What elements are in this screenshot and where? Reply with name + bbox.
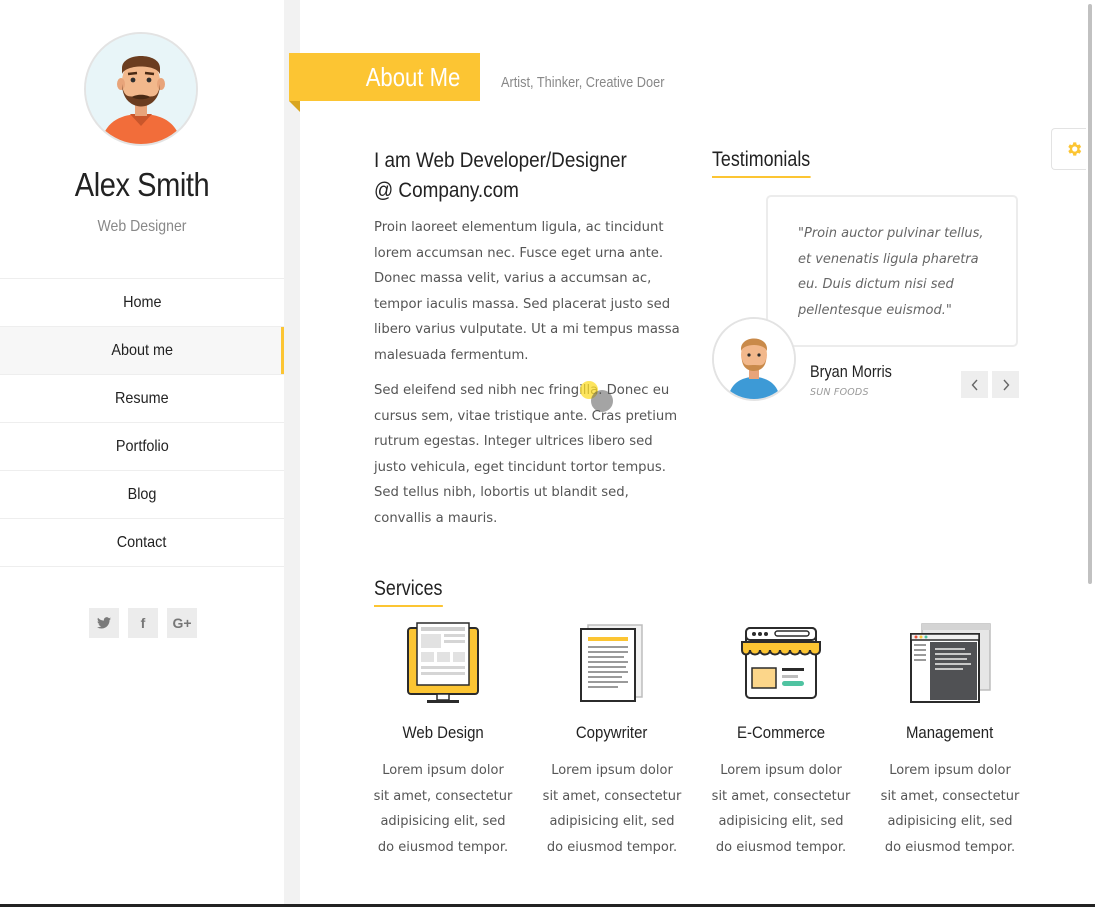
bearded-man-icon	[86, 34, 196, 144]
gear-icon	[1067, 142, 1081, 156]
google-plus-button[interactable]: G+	[167, 608, 197, 638]
ribbon-fold	[289, 101, 300, 112]
nav-item-home[interactable]: Home	[0, 279, 284, 327]
sidebar: Alex Smith Web Designer Home About me Re…	[0, 0, 284, 907]
monitor-icon	[407, 622, 479, 708]
profile-avatar	[84, 32, 198, 146]
nav-item-contact[interactable]: Contact	[0, 519, 284, 567]
testimonials-title: Testimonials	[712, 148, 811, 178]
chevron-right-icon	[1002, 379, 1009, 390]
service-description: Lorem ipsum dolor sit amet, consectetur …	[880, 763, 1020, 855]
nav-item-label: Blog	[127, 486, 157, 503]
service-title: Management	[880, 723, 1020, 743]
service-title-text: E-Commerce	[736, 723, 826, 742]
twitter-button[interactable]	[89, 608, 119, 638]
service-description: Lorem ipsum dolor sit amet, consectetur …	[542, 763, 682, 855]
facebook-button[interactable]: f	[128, 608, 158, 638]
profile-name: Alex Smith	[74, 166, 210, 203]
testimonial-quote: "Proin auctor pulvinar tellus, et venena…	[798, 226, 984, 318]
intro-paragraph-2: Sed eleifend sed nibh nec fringilla. Don…	[374, 383, 678, 526]
client-man-icon	[714, 319, 794, 399]
service-description: Lorem ipsum dolor sit amet, consectetur …	[373, 763, 513, 855]
services-title: Services	[374, 577, 443, 607]
service-title: E-Commerce	[711, 723, 851, 743]
service-title: Copywriter	[542, 723, 682, 743]
nav-item-label: Contact	[117, 534, 167, 551]
section-title: About Me	[289, 53, 480, 101]
service-title-text: Web Design	[402, 723, 484, 742]
service-title-text: Copywriter	[576, 723, 648, 742]
nav-item-blog[interactable]: Blog	[0, 471, 284, 519]
service-description: Lorem ipsum dolor sit amet, consectetur …	[711, 763, 851, 855]
nav-item-resume[interactable]: Resume	[0, 375, 284, 423]
nav-item-label: Home	[122, 294, 162, 311]
profile-role: Web Designer	[97, 218, 187, 235]
main-navigation: Home About me Resume Portfolio Blog Cont…	[0, 278, 284, 567]
intro-paragraph-1: Proin laoreet elementum ligula, ac tinci…	[374, 220, 680, 363]
storefront-icon	[741, 622, 821, 704]
service-title: Web Design	[373, 723, 513, 743]
nav-item-label: Portfolio	[115, 438, 169, 455]
service-title-text: Management	[906, 723, 994, 742]
intro-heading: I am Web Developer/Designer @ Company.co…	[374, 149, 627, 202]
mouse-cursor	[591, 390, 613, 412]
google-plus-icon: G+	[172, 615, 192, 631]
sidebar-gutter	[284, 0, 300, 907]
testimonial-next-button[interactable]	[992, 371, 1019, 398]
testimonial-prev-button[interactable]	[961, 371, 988, 398]
client-name: Bryan Morris	[810, 362, 892, 381]
facebook-icon: f	[140, 615, 146, 631]
section-title-text: About Me	[365, 62, 460, 92]
twitter-icon	[97, 617, 111, 629]
nav-item-label: Resume	[115, 390, 169, 407]
client-avatar	[712, 317, 796, 401]
client-company: SUN FOODS	[810, 387, 869, 398]
nav-item-label: About me	[111, 342, 173, 359]
nav-item-about-me[interactable]: About me	[0, 327, 284, 375]
document-icon	[580, 622, 644, 706]
nav-item-portfolio[interactable]: Portfolio	[0, 423, 284, 471]
scrollbar-thumb[interactable]	[1088, 4, 1092, 584]
section-tagline: Artist, Thinker, Creative Doer	[501, 74, 665, 91]
social-links: f G+	[89, 608, 197, 638]
chevron-left-icon	[971, 379, 978, 390]
windows-icon	[910, 622, 992, 708]
